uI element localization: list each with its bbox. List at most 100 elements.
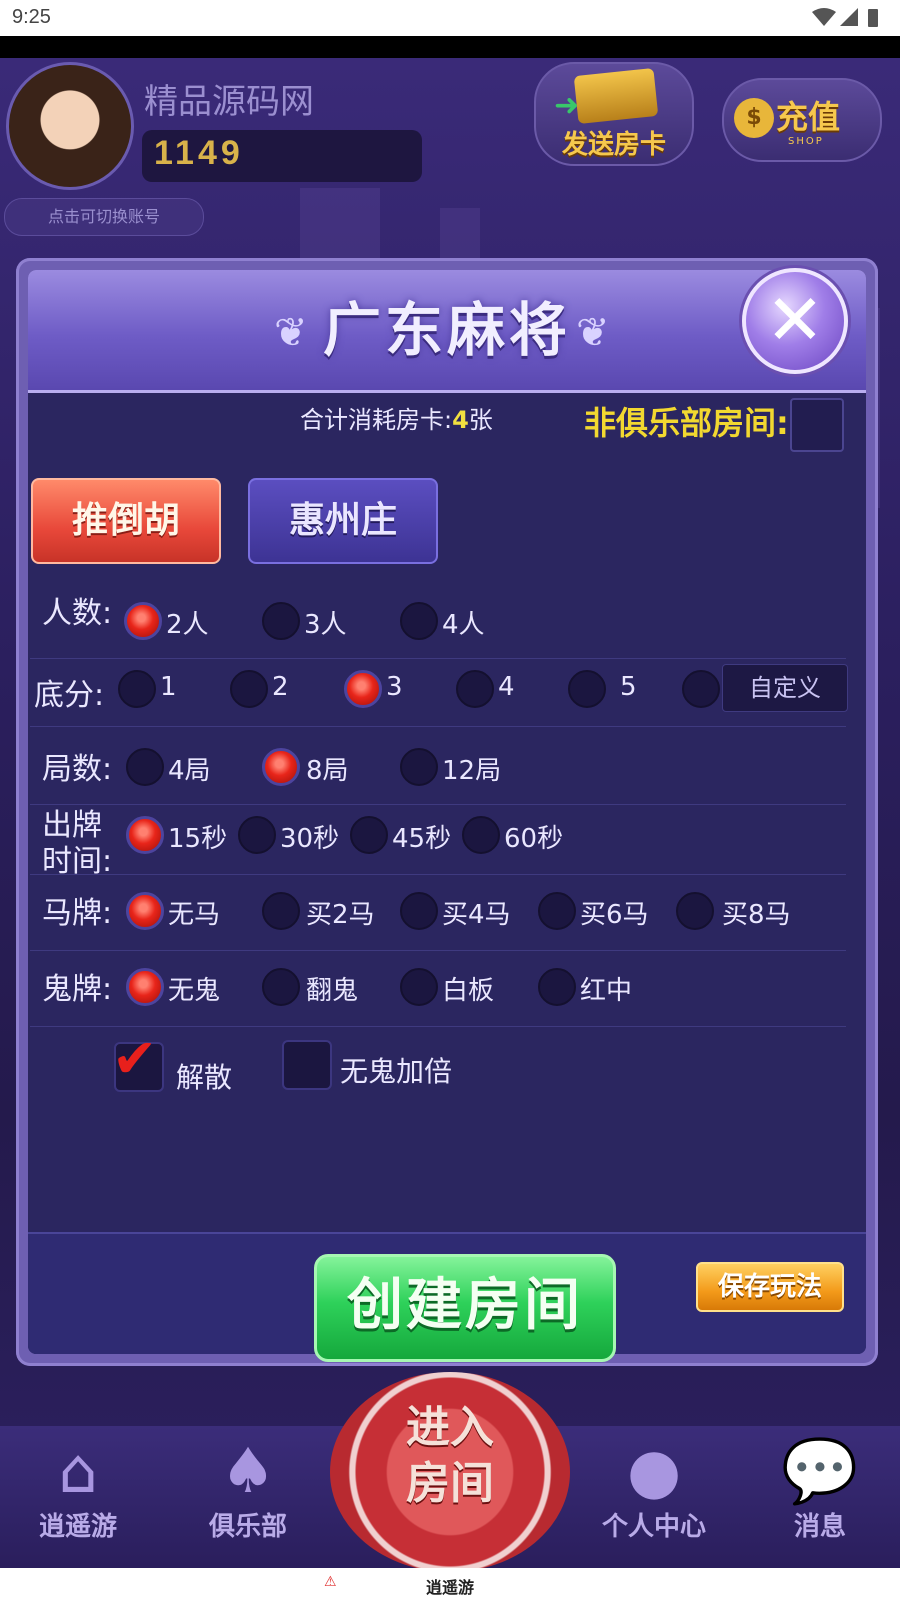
black-bar xyxy=(0,36,900,58)
players-option-3: 3人 xyxy=(304,610,347,640)
tab-huizhouzhuang[interactable]: 惠州庄 xyxy=(248,478,438,564)
nav-label: 逍遥游 xyxy=(38,1512,117,1542)
nav-item-xiaoyaoyou[interactable]: ⌂ 逍遥游 xyxy=(18,1436,138,1543)
horse-radio-4[interactable] xyxy=(400,892,438,930)
disband-label: 解散 xyxy=(176,1061,233,1094)
horse-option-6: 买6马 xyxy=(580,900,649,930)
rounds-label: 局数: xyxy=(42,752,113,787)
ghost-label: 鬼牌: xyxy=(42,972,113,1007)
play-time-option-15: 15秒 xyxy=(168,824,228,854)
status-bar: 9:25 xyxy=(0,0,900,36)
ghost-radio-red[interactable] xyxy=(538,968,576,1006)
horse-option-2: 买2马 xyxy=(306,900,375,930)
horse-radio-none[interactable] xyxy=(126,892,164,930)
close-icon: ✕ xyxy=(765,279,825,361)
rounds-radio-4[interactable] xyxy=(126,748,164,786)
base-score-radio-custom[interactable] xyxy=(682,670,720,708)
wifi-icon xyxy=(812,8,836,26)
status-time: 9:25 xyxy=(12,6,51,28)
coin-value: 1149 xyxy=(154,134,244,172)
rounds-option-4: 4局 xyxy=(168,756,211,786)
base-score-radio-2[interactable] xyxy=(230,670,268,708)
divider xyxy=(30,804,846,805)
ghost-option-none: 无鬼 xyxy=(168,976,221,1006)
base-score-radio-4[interactable] xyxy=(456,670,494,708)
play-time-option-45: 45秒 xyxy=(392,824,452,854)
rounds-option-12: 12局 xyxy=(442,756,502,786)
base-score-option-4: 4 xyxy=(498,672,515,702)
system-window-bar: ⚠ 逍遥游 xyxy=(0,1568,900,1600)
base-score-radio-5[interactable] xyxy=(568,670,606,708)
battery-icon xyxy=(868,9,878,27)
cards-icon: ♠ xyxy=(220,1434,276,1507)
recharge-label: 充值 xyxy=(776,98,841,136)
ghost-radio-flip[interactable] xyxy=(262,968,300,1006)
rounds-radio-12[interactable] xyxy=(400,748,438,786)
horse-label: 马牌: xyxy=(42,896,113,931)
base-score-radio-3[interactable] xyxy=(344,670,382,708)
base-score-label: 底分: xyxy=(34,678,105,713)
create-room-button[interactable]: 创建房间 xyxy=(314,1254,616,1362)
recharge-button[interactable]: $ 充值 SHOP xyxy=(722,78,882,162)
horse-option-8: 买8马 xyxy=(722,900,791,930)
save-rules-button[interactable]: 保存玩法 xyxy=(696,1262,844,1312)
play-time-option-60: 60秒 xyxy=(504,824,564,854)
switch-account-button[interactable]: 点击可切换账号 xyxy=(4,198,204,236)
horse-radio-8[interactable] xyxy=(676,892,714,930)
enter-room-line2: 房间 xyxy=(406,1458,494,1509)
status-icons xyxy=(810,6,884,34)
nav-label: 俱乐部 xyxy=(208,1512,287,1542)
ghost-radio-none[interactable] xyxy=(126,968,164,1006)
rounds-radio-8[interactable] xyxy=(262,748,300,786)
signal-icon xyxy=(840,8,858,26)
no-ghost-double-label: 无鬼加倍 xyxy=(340,1055,453,1088)
nav-label: 个人中心 xyxy=(601,1512,706,1542)
nav-label: 消息 xyxy=(793,1512,846,1542)
play-time-radio-15[interactable] xyxy=(126,816,164,854)
nav-item-club[interactable]: ♠ 俱乐部 xyxy=(188,1436,308,1543)
tab-tuidaohu[interactable]: 推倒胡 xyxy=(31,478,221,564)
divider xyxy=(30,658,846,659)
base-score-radio-1[interactable] xyxy=(118,670,156,708)
play-time-option-30: 30秒 xyxy=(280,824,340,854)
ghost-radio-white[interactable] xyxy=(400,968,438,1006)
horse-radio-2[interactable] xyxy=(262,892,300,930)
players-option-4: 4人 xyxy=(442,610,485,640)
base-score-option-2: 2 xyxy=(272,672,289,702)
no-ghost-double-checkbox[interactable] xyxy=(282,1040,332,1090)
ghost-option-red: 红中 xyxy=(580,976,633,1006)
players-radio-2[interactable] xyxy=(124,602,162,640)
non-club-room-checkbox[interactable] xyxy=(790,398,844,452)
arrow-right-icon: ➜ xyxy=(554,88,580,123)
avatar[interactable] xyxy=(6,62,134,190)
checkmark-icon: ✔ xyxy=(112,1027,158,1090)
players-label: 人数: xyxy=(42,596,113,631)
nav-item-messages[interactable]: 💬 消息 xyxy=(760,1436,880,1543)
send-card-label: 发送房卡 xyxy=(561,130,666,160)
base-score-option-3: 3 xyxy=(386,672,403,702)
divider xyxy=(30,950,846,951)
send-room-card-button[interactable]: ➜ 发送房卡 xyxy=(534,62,694,166)
enter-room-label: 进入 房间 xyxy=(330,1400,570,1512)
home-icon: ⌂ xyxy=(58,1434,98,1507)
play-time-radio-30[interactable] xyxy=(238,816,276,854)
enter-room-button[interactable]: 进入 房间 xyxy=(330,1372,570,1572)
players-radio-4[interactable] xyxy=(400,602,438,640)
chat-icon: 💬 xyxy=(781,1434,859,1507)
room-card-cost: 合计消耗房卡:4张 xyxy=(300,400,493,435)
user-icon: ● xyxy=(626,1434,682,1507)
horse-radio-6[interactable] xyxy=(538,892,576,930)
dialog-title: 广东麻将 xyxy=(322,296,571,364)
close-button[interactable]: ✕ xyxy=(742,268,848,374)
play-time-radio-60[interactable] xyxy=(462,816,500,854)
play-time-radio-45[interactable] xyxy=(350,816,388,854)
base-score-option-1: 1 xyxy=(160,672,177,702)
divider xyxy=(30,874,846,875)
horse-option-none: 无马 xyxy=(168,900,221,930)
cost-value: 4 xyxy=(452,406,469,434)
players-radio-3[interactable] xyxy=(262,602,300,640)
nav-item-profile[interactable]: ● 个人中心 xyxy=(594,1436,714,1543)
custom-score-input[interactable]: 自定义 xyxy=(722,664,848,712)
username: 精品源码网 xyxy=(144,82,314,122)
base-score-option-5: 5 xyxy=(620,672,637,702)
